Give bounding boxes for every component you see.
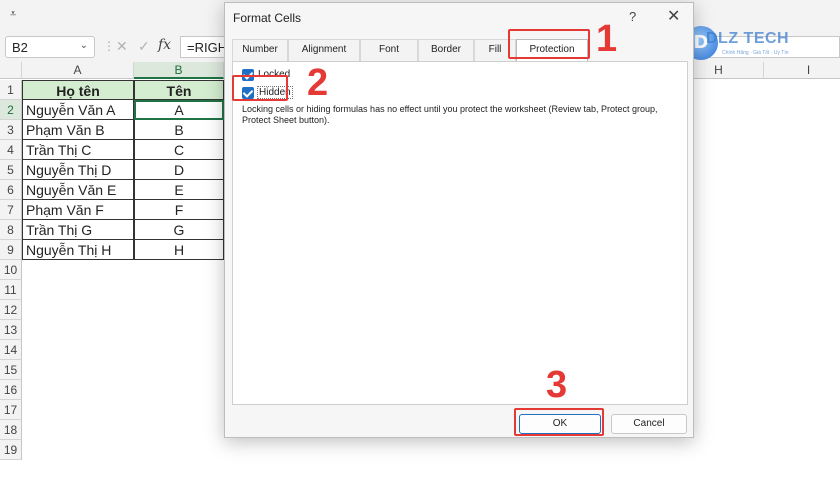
table-cell[interactable]: Nguyễn Văn A	[22, 100, 134, 120]
row-header-15[interactable]: 15	[0, 360, 22, 380]
row-header-9[interactable]: 9	[0, 240, 22, 260]
highlight-ok-button	[514, 408, 604, 436]
dialog-tabs: Number Alignment Font Border Fill Protec…	[232, 39, 688, 62]
row-header-2[interactable]: 2	[0, 100, 22, 120]
enter-icon[interactable]: ✓	[138, 38, 150, 55]
table-cell[interactable]: Nguyễn Thị D	[22, 160, 134, 180]
table-cell[interactable]: E	[134, 180, 224, 200]
help-icon[interactable]: ?	[629, 9, 636, 24]
row-header-18[interactable]: 18	[0, 420, 22, 440]
step-number-3: 3	[546, 364, 568, 406]
row-header-16[interactable]: 16	[0, 380, 22, 400]
row-header-13[interactable]: 13	[0, 320, 22, 340]
table-cell[interactable]: G	[134, 220, 224, 240]
logo-text: DLZ TECH	[706, 30, 790, 47]
chevron-down-icon[interactable]: ⌄	[80, 40, 88, 51]
insert-function-icon[interactable]: fx	[158, 37, 171, 53]
highlight-protection-tab	[508, 29, 590, 59]
logo-tagline: Chính Hãng · Giá Tốt · Uy Tín	[722, 50, 789, 56]
tab-alignment[interactable]: Alignment	[288, 39, 360, 61]
row-header-8[interactable]: 8	[0, 220, 22, 240]
table-cell[interactable]: Nguyễn Thị H	[22, 240, 134, 260]
tab-font[interactable]: Font	[360, 39, 418, 61]
row-header-7[interactable]: 7	[0, 200, 22, 220]
table-cell[interactable]: Trần Thị C	[22, 140, 134, 160]
format-cells-dialog: Format Cells ? ✕ Number Alignment Font B…	[224, 2, 694, 438]
close-icon[interactable]: ✕	[667, 6, 680, 26]
row-header-19[interactable]: 19	[0, 440, 22, 460]
select-all-corner[interactable]	[0, 62, 22, 79]
step-number-2: 2	[307, 62, 329, 104]
tab-border[interactable]: Border	[418, 39, 474, 61]
row-header-14[interactable]: 14	[0, 340, 22, 360]
protection-note: Locking cells or hiding formulas has no …	[242, 104, 658, 125]
table-cell[interactable]: B	[134, 120, 224, 140]
row-header-4[interactable]: 4	[0, 140, 22, 160]
name-box-value: B2	[12, 40, 28, 55]
column-header-b[interactable]: B	[134, 62, 224, 79]
customize-toolbar-icon[interactable]: ⩡	[10, 8, 16, 21]
table-cell[interactable]: H	[134, 240, 224, 260]
table-cell[interactable]: F	[134, 200, 224, 220]
table-cell[interactable]: A	[134, 100, 224, 120]
row-header-6[interactable]: 6	[0, 180, 22, 200]
step-number-1: 1	[596, 18, 618, 60]
table-header-cell[interactable]: Tên	[134, 80, 224, 100]
table-cell[interactable]: Trần Thị G	[22, 220, 134, 240]
watermark-logo: D DLZ TECH Chính Hãng · Giá Tốt · Uy Tín	[684, 26, 800, 66]
row-header-5[interactable]: 5	[0, 160, 22, 180]
row-header-11[interactable]: 11	[0, 280, 22, 300]
formula-bar-divider: ⋮	[103, 39, 115, 53]
dialog-title: Format Cells	[233, 11, 302, 25]
cancel-icon[interactable]: ✕	[116, 38, 128, 55]
row-header-3[interactable]: 3	[0, 120, 22, 140]
highlight-hidden-checkbox	[232, 75, 288, 101]
table-cell[interactable]: Phạm Văn F	[22, 200, 134, 220]
protection-panel: Locked Hidden Locking cells or hiding fo…	[232, 61, 688, 405]
row-header-17[interactable]: 17	[0, 400, 22, 420]
table-cell[interactable]: Phạm Văn B	[22, 120, 134, 140]
table-cell[interactable]: D	[134, 160, 224, 180]
row-header-10[interactable]: 10	[0, 260, 22, 280]
tab-number[interactable]: Number	[232, 39, 288, 61]
table-cell[interactable]: Nguyễn Văn E	[22, 180, 134, 200]
table-header-cell[interactable]: Họ tên	[22, 80, 134, 100]
name-box[interactable]: B2 ⌄	[5, 36, 95, 58]
column-header-a[interactable]: A	[22, 62, 134, 79]
row-header-1[interactable]: 1	[0, 80, 22, 100]
row-header-12[interactable]: 12	[0, 300, 22, 320]
table-cell[interactable]: C	[134, 140, 224, 160]
cancel-button[interactable]: Cancel	[611, 414, 687, 434]
